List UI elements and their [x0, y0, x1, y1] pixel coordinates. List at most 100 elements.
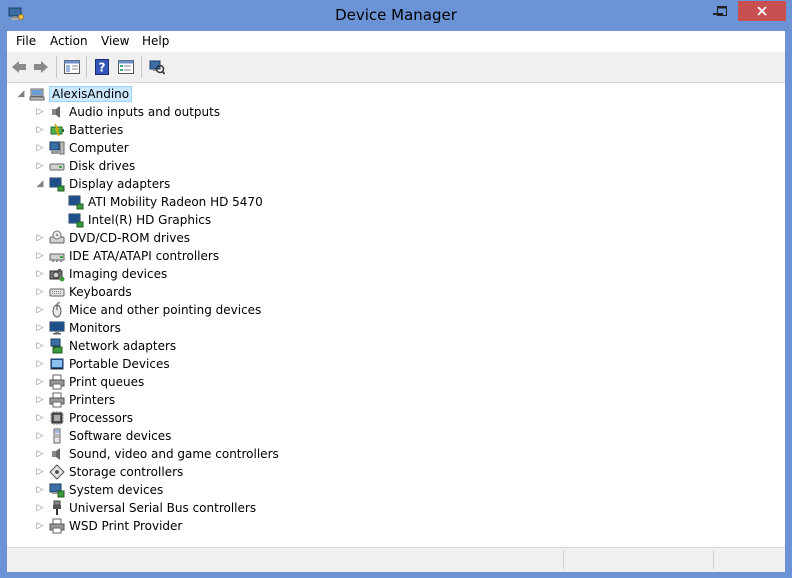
scan-hardware-icon — [149, 60, 165, 75]
expand-arrow-icon[interactable]: ▷ — [35, 139, 45, 157]
scan-hardware-button[interactable] — [147, 57, 167, 77]
printer-icon — [49, 374, 65, 390]
usb-icon — [53, 500, 61, 515]
tree-category[interactable]: ▷ Sound, video and game controllers — [35, 445, 279, 463]
forward-arrow-icon — [34, 61, 48, 73]
tree-category[interactable]: ▷ Printers — [35, 391, 115, 409]
tree-category[interactable]: ▷ Print queues — [35, 373, 144, 391]
expand-arrow-icon[interactable]: ▷ — [35, 409, 45, 427]
expand-arrow-icon[interactable]: ▷ — [35, 499, 45, 517]
tree-category[interactable]: ▷ Mice and other pointing devices — [35, 301, 261, 319]
expand-arrow-icon[interactable]: ▷ — [35, 229, 45, 247]
tree-device-label: ATI Mobility Radeon HD 5470 — [88, 195, 263, 209]
expand-arrow-icon[interactable]: ▷ — [35, 301, 45, 319]
tree-category-label: Printers — [69, 393, 116, 407]
printer-icon — [49, 392, 65, 408]
tree-category[interactable]: ▷ Disk drives — [35, 157, 136, 175]
forward-button[interactable] — [31, 57, 51, 77]
tree-category[interactable]: ▷ Monitors — [35, 319, 121, 337]
tree-category[interactable]: ▷ Software devices — [35, 427, 171, 445]
tree-category-label: Disk drives — [69, 159, 136, 173]
expand-arrow-icon[interactable]: ▷ — [35, 157, 45, 175]
expand-arrow-icon[interactable]: ▷ — [35, 463, 45, 481]
root-label: AlexisAndino — [49, 86, 133, 102]
tree-category-label: Computer — [69, 141, 129, 155]
expand-arrow-icon[interactable]: ▷ — [35, 247, 45, 265]
tree-category[interactable]: ▷ Portable Devices — [35, 355, 170, 373]
expand-arrow-icon[interactable]: ▷ — [35, 427, 45, 445]
tree-category[interactable]: ▷ Universal Serial Bus controllers — [35, 499, 256, 517]
tree-category[interactable]: ▷ Batteries — [35, 121, 124, 139]
tree-device-label: Intel(R) HD Graphics — [88, 213, 212, 227]
properties-button[interactable] — [116, 57, 136, 77]
speaker-icon — [52, 106, 60, 118]
tree-category-label: Sound, video and game controllers — [69, 447, 279, 461]
tree-category-label: Mice and other pointing devices — [69, 303, 262, 317]
expand-arrow-icon[interactable]: ▷ — [35, 355, 45, 373]
menu-view[interactable]: View — [101, 34, 129, 48]
tree-category[interactable]: ▷ WSD Print Provider — [35, 517, 182, 535]
menu-help[interactable]: Help — [142, 34, 169, 48]
expand-arrow-icon[interactable]: ▷ — [35, 265, 45, 283]
display-adapter-icon — [68, 213, 84, 228]
tree-device[interactable]: Intel(R) HD Graphics — [64, 211, 211, 229]
tree-category[interactable]: ▷ Network adapters — [35, 337, 176, 355]
collapse-arrow-icon[interactable]: ◢ — [16, 85, 26, 103]
properties-icon — [118, 60, 134, 74]
expand-arrow-icon[interactable]: ▷ — [35, 337, 45, 355]
tree-category[interactable]: ▷ Computer — [35, 139, 129, 157]
back-arrow-icon — [12, 61, 26, 73]
speaker-icon — [52, 448, 60, 460]
help-button[interactable]: ? — [92, 57, 112, 77]
disk-drive-icon — [49, 163, 65, 171]
tree-category[interactable]: ▷ Audio inputs and outputs — [35, 103, 221, 121]
tree-category-label: Network adapters — [69, 339, 177, 353]
device-tree[interactable]: ◢ AlexisAndino ▷ Audio inputs and outputs… — [7, 83, 785, 546]
expand-arrow-icon[interactable]: ▷ — [35, 391, 45, 409]
display-adapter-icon — [68, 195, 84, 210]
tree-category-label: WSD Print Provider — [69, 519, 183, 533]
printer-icon — [49, 518, 65, 534]
tree-category[interactable]: ▷ DVD/CD-ROM drives — [35, 229, 190, 247]
tree-device[interactable]: ATI Mobility Radeon HD 5470 — [64, 193, 263, 211]
tree-category-label: Software devices — [69, 429, 172, 443]
client-area: File Action View Help ? ◢ AlexisAndino ▷… — [7, 31, 785, 572]
processor-icon — [50, 411, 64, 425]
tree-category[interactable]: ▷ System devices — [35, 481, 163, 499]
tree-category[interactable]: ▷ Storage controllers — [35, 463, 183, 481]
storage-controller-icon — [49, 464, 65, 480]
system-device-icon — [49, 483, 65, 498]
expand-arrow-icon[interactable]: ▷ — [35, 445, 45, 463]
tree-category[interactable]: ▷ Keyboards — [35, 283, 132, 301]
expand-arrow-icon[interactable]: ▷ — [35, 517, 45, 535]
collapse-arrow-icon[interactable]: ◢ — [35, 175, 45, 193]
expand-arrow-icon[interactable]: ▷ — [35, 373, 45, 391]
back-button[interactable] — [9, 57, 29, 77]
close-icon — [757, 6, 767, 16]
svg-text:?: ? — [99, 61, 106, 75]
battery-icon — [50, 123, 64, 137]
title-bar[interactable]: Device Manager — [0, 0, 792, 31]
menu-file[interactable]: File — [16, 34, 36, 48]
help-icon: ? — [95, 59, 109, 75]
show-hide-console-tree-button[interactable] — [62, 57, 82, 77]
tree-category[interactable]: ▷ Imaging devices — [35, 265, 167, 283]
tree-category[interactable]: ▷ Processors — [35, 409, 133, 427]
expand-arrow-icon[interactable]: ▷ — [35, 319, 45, 337]
maximize-button[interactable] — [708, 1, 736, 21]
tree-category[interactable]: ▷ IDE ATA/ATAPI controllers — [35, 247, 220, 265]
expand-arrow-icon[interactable]: ▷ — [35, 103, 45, 121]
tree-category-label: Audio inputs and outputs — [69, 105, 221, 119]
close-button[interactable] — [738, 1, 786, 21]
tree-root[interactable]: ◢ AlexisAndino — [16, 85, 133, 103]
portable-device-icon — [50, 358, 64, 370]
tree-category-label: Display adapters — [69, 177, 171, 191]
tree-category[interactable]: ◢ Display adapters — [35, 175, 170, 193]
tree-category-label: System devices — [69, 483, 164, 497]
toolbar-separator — [86, 56, 87, 78]
expand-arrow-icon[interactable]: ▷ — [35, 283, 45, 301]
toolbar: ? — [7, 52, 785, 83]
menu-action[interactable]: Action — [50, 34, 88, 48]
expand-arrow-icon[interactable]: ▷ — [35, 481, 45, 499]
expand-arrow-icon[interactable]: ▷ — [35, 121, 45, 139]
